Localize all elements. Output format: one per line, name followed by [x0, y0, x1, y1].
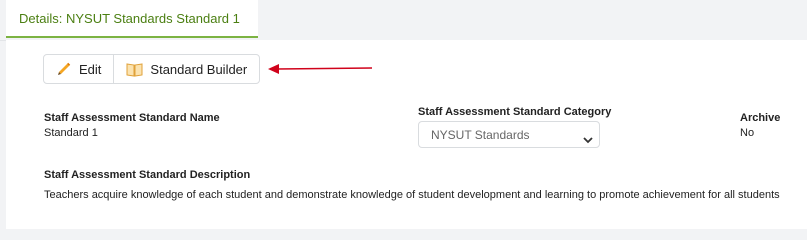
- chevron-down-icon: [583, 131, 593, 149]
- description-field-value: Teachers acquire knowledge of each stude…: [44, 189, 780, 201]
- book-icon: [126, 62, 143, 77]
- tab-details[interactable]: Details: NYSUT Standards Standard 1: [6, 0, 258, 38]
- edit-button[interactable]: Edit: [44, 55, 113, 83]
- name-field-value: Standard 1: [44, 127, 98, 139]
- name-field-label: Staff Assessment Standard Name: [44, 112, 220, 124]
- category-select[interactable]: NYSUT Standards: [418, 121, 600, 148]
- tab-strip: Details: NYSUT Standards Standard 1: [0, 0, 807, 41]
- action-button-group: Edit Standard Builder: [43, 54, 261, 84]
- archive-field-label: Archive: [740, 112, 781, 124]
- category-field-label: Staff Assessment Standard Category: [418, 106, 612, 118]
- standard-builder-button[interactable]: Standard Builder: [113, 55, 259, 83]
- details-panel: Edit Standard Builder Staff Assessment S…: [6, 40, 807, 229]
- category-select-value: NYSUT Standards: [431, 128, 530, 142]
- tab-label: Details: NYSUT Standards Standard 1: [19, 11, 240, 26]
- pencil-icon: [56, 61, 72, 77]
- red-arrow-icon: [268, 62, 374, 80]
- archive-field-value: No: [740, 127, 755, 139]
- standard-builder-label: Standard Builder: [150, 61, 248, 77]
- description-field-label: Staff Assessment Standard Description: [44, 169, 251, 181]
- edit-label: Edit: [79, 61, 102, 77]
